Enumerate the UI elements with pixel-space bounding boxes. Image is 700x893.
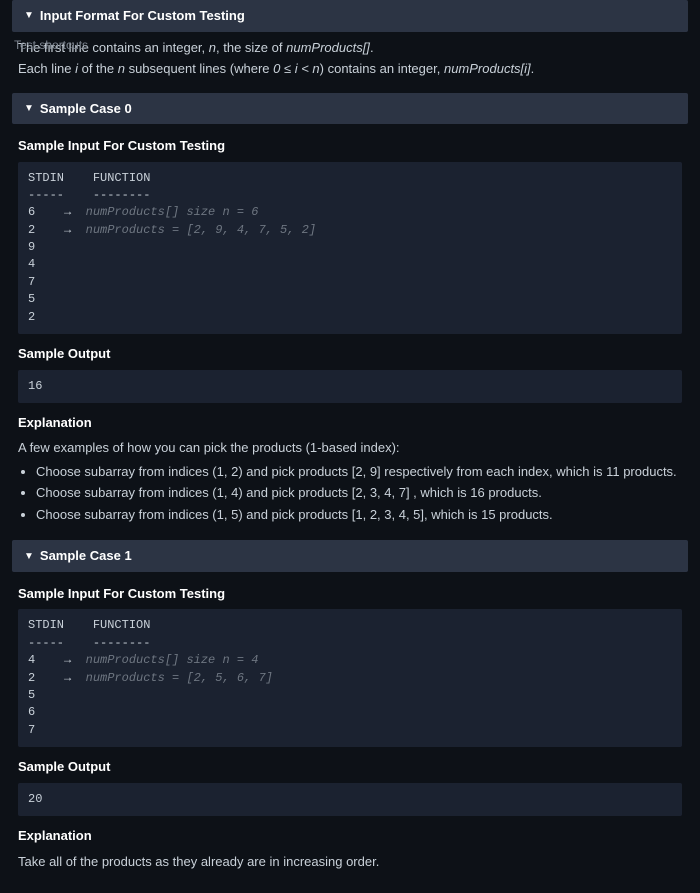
sample-input-code-0: STDIN FUNCTION ----- -------- 6 → numPro… (18, 162, 682, 335)
explanation-intro-0: A few examples of how you can pick the p… (18, 438, 682, 458)
input-format-line1: The first line contains an integer, n, t… (18, 38, 682, 58)
sample-output-heading-1: Sample Output (18, 757, 682, 777)
sample-case-0-header[interactable]: ▼ Sample Case 0 (12, 93, 688, 125)
sample-output-code-0: 16 (18, 370, 682, 403)
sample-case-1-header[interactable]: ▼ Sample Case 1 (12, 540, 688, 572)
sample-input-heading-1: Sample Input For Custom Testing (18, 584, 682, 604)
sample-case-0-title: Sample Case 0 (40, 99, 132, 119)
input-format-body: The first line contains an integer, n, t… (0, 32, 700, 89)
chevron-down-icon: ▼ (24, 101, 34, 116)
sample-case-1-body: Sample Input For Custom Testing STDIN FU… (0, 572, 700, 881)
sample-case-1-title: Sample Case 1 (40, 546, 132, 566)
list-item: Choose subarray from indices (1, 5) and … (36, 505, 682, 525)
sample-input-heading-0: Sample Input For Custom Testing (18, 136, 682, 156)
explanation-heading-1: Explanation (18, 826, 682, 846)
sample-case-0-body: Sample Input For Custom Testing STDIN FU… (0, 124, 700, 540)
explanation-list-0: Choose subarray from indices (1, 2) and … (36, 462, 682, 525)
input-format-header[interactable]: ▼ Input Format For Custom Testing (12, 0, 688, 32)
explanation-text-1: Take all of the products as they already… (18, 852, 682, 872)
list-item: Choose subarray from indices (1, 4) and … (36, 483, 682, 503)
sample-output-heading-0: Sample Output (18, 344, 682, 364)
sample-input-code-1: STDIN FUNCTION ----- -------- 4 → numPro… (18, 609, 682, 747)
sample-output-code-1: 20 (18, 783, 682, 816)
input-format-line2: Each line i of the n subsequent lines (w… (18, 59, 682, 79)
test-shortcuts-label: Test shortcuts (14, 36, 88, 54)
list-item: Choose subarray from indices (1, 2) and … (36, 462, 682, 482)
chevron-down-icon: ▼ (24, 549, 34, 564)
explanation-heading-0: Explanation (18, 413, 682, 433)
chevron-down-icon: ▼ (24, 8, 34, 23)
input-format-title: Input Format For Custom Testing (40, 6, 245, 26)
